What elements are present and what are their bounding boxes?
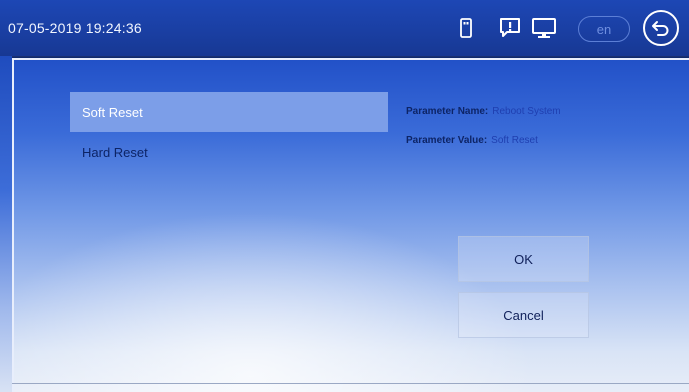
ok-button[interactable]: OK (458, 236, 589, 282)
parameter-name-row: Parameter Name: Reboot System (406, 106, 561, 117)
alert-message-icon[interactable] (496, 14, 524, 42)
menu-item-label: Hard Reset (82, 144, 148, 160)
language-button[interactable]: en (578, 16, 630, 42)
menu-item-soft-reset[interactable]: Soft Reset (70, 92, 388, 132)
bottom-divider (12, 383, 689, 384)
usb-storage-icon-glyph (460, 18, 472, 38)
top-bar: 07-05-2019 19:24:36 en (0, 0, 689, 57)
parameter-value-value: Soft Reset (491, 135, 538, 146)
back-icon (652, 21, 669, 36)
screen: 07-05-2019 19:24:36 en Soft Reset Hard R… (0, 0, 689, 392)
parameter-name-label: Parameter Name: (406, 106, 489, 117)
menu-item-hard-reset[interactable]: Hard Reset (70, 132, 388, 172)
usb-storage-icon[interactable] (452, 14, 480, 42)
menu-item-label: Soft Reset (82, 104, 143, 120)
monitor-icon[interactable] (530, 14, 558, 42)
datetime-display: 07-05-2019 19:24:36 (8, 20, 142, 36)
panel-frame-edge (0, 56, 12, 392)
alert-message-icon-glyph (500, 18, 520, 37)
back-button[interactable] (643, 10, 679, 46)
monitor-icon-glyph (532, 18, 556, 38)
parameter-value-row: Parameter Value: Soft Reset (406, 135, 538, 146)
cancel-button[interactable]: Cancel (458, 292, 589, 338)
parameter-value-label: Parameter Value: (406, 135, 488, 146)
parameter-name-value: Reboot System (492, 106, 561, 117)
